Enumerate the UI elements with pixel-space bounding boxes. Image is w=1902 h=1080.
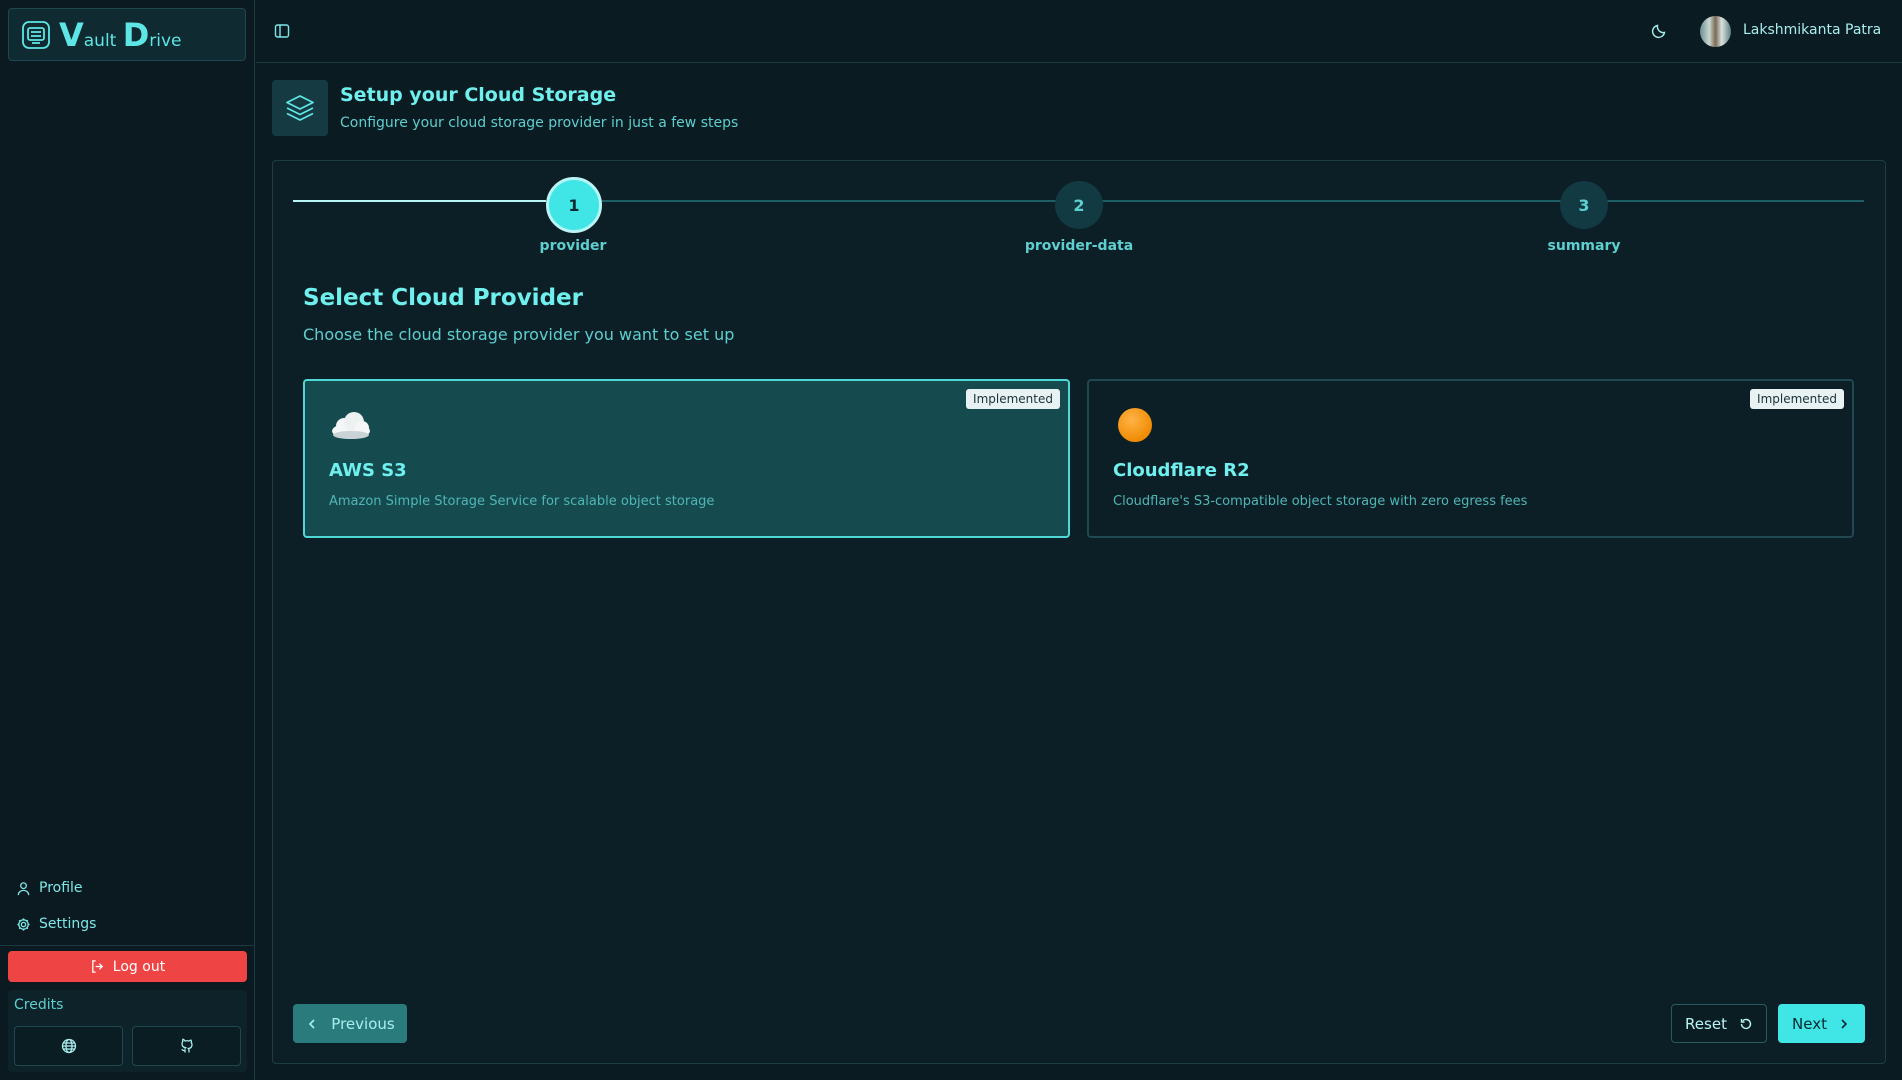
step-2-circle[interactable]: 2 [1055,181,1103,229]
sidebar: Vault Drive Profile Settings Log out Cre… [0,0,255,1080]
provider-name: Cloudflare R2 [1113,460,1250,481]
provider-description: Cloudflare's S3-compatible object storag… [1113,494,1528,509]
sidebar-item-label: Settings [39,916,97,932]
logout-icon [91,960,103,973]
step-2-label: provider-data [1024,238,1134,254]
user-name[interactable]: Lakshmikanta Patra [1743,22,1881,38]
sidebar-item-profile[interactable]: Profile [16,880,83,896]
reset-button[interactable]: Reset [1671,1004,1767,1043]
next-button[interactable]: Next [1778,1004,1865,1043]
vault-drive-logo-icon [22,20,50,49]
provider-description: Amazon Simple Storage Service for scalab… [329,494,715,509]
moon-icon[interactable] [1651,23,1667,39]
page-subtitle: Configure your cloud storage provider in… [340,115,739,131]
logout-button[interactable]: Log out [8,951,247,982]
chevron-left-icon [309,1018,315,1029]
sidebar-item-settings[interactable]: Settings [16,916,96,932]
reset-icon [1740,1018,1752,1029]
status-badge: Implemented [966,389,1060,409]
gear-icon [17,917,30,931]
sidebar-toggle-icon[interactable] [274,23,290,39]
layers-icon [286,95,314,121]
app-logo[interactable]: Vault Drive [8,8,246,61]
step-number: 1 [568,195,580,215]
github-icon [180,1038,193,1053]
orange-circle-icon [1118,408,1152,442]
app-name: Vault Drive [59,15,182,54]
section-subtitle: Choose the cloud storage provider you wa… [303,325,735,344]
step-3-label: summary [1547,238,1621,254]
page-title: Setup your Cloud Storage [340,84,617,106]
previous-label: Previous [331,1014,395,1033]
previous-button[interactable]: Previous [293,1004,407,1043]
reset-label: Reset [1685,1014,1727,1033]
step-number: 2 [1073,195,1085,215]
credits-section: Credits [8,990,247,1072]
provider-name: AWS S3 [329,460,407,481]
cloud-icon [332,412,370,439]
stepper-track-line [600,200,1864,202]
globe-icon [61,1038,76,1054]
sidebar-divider [0,945,254,946]
step-1-circle[interactable]: 1 [546,177,602,233]
user-icon [17,881,30,895]
credits-title: Credits [14,997,64,1013]
status-badge: Implemented [1750,389,1844,409]
avatar[interactable] [1700,16,1731,47]
step-1-label: provider [539,238,607,254]
github-button[interactable] [132,1026,241,1066]
section-title: Select Cloud Provider [303,285,583,311]
logout-label: Log out [112,958,166,975]
provider-card-cloudflare-r2[interactable]: Implemented Cloudflare R2 Cloudflare's S… [1087,379,1854,538]
sidebar-item-label: Profile [39,880,83,896]
chevron-right-icon [1841,1018,1848,1029]
next-label: Next [1792,1014,1827,1033]
provider-card-aws-s3[interactable]: Implemented AWS S3 Amazon Simple Storage… [303,379,1070,538]
step-3-circle[interactable]: 3 [1560,181,1608,229]
top-bar: Lakshmikanta Patra [256,0,1902,63]
website-button[interactable] [14,1026,123,1066]
step-number: 3 [1578,195,1590,215]
layers-icon-tile [272,80,328,136]
stepper-progress-line [293,200,546,202]
